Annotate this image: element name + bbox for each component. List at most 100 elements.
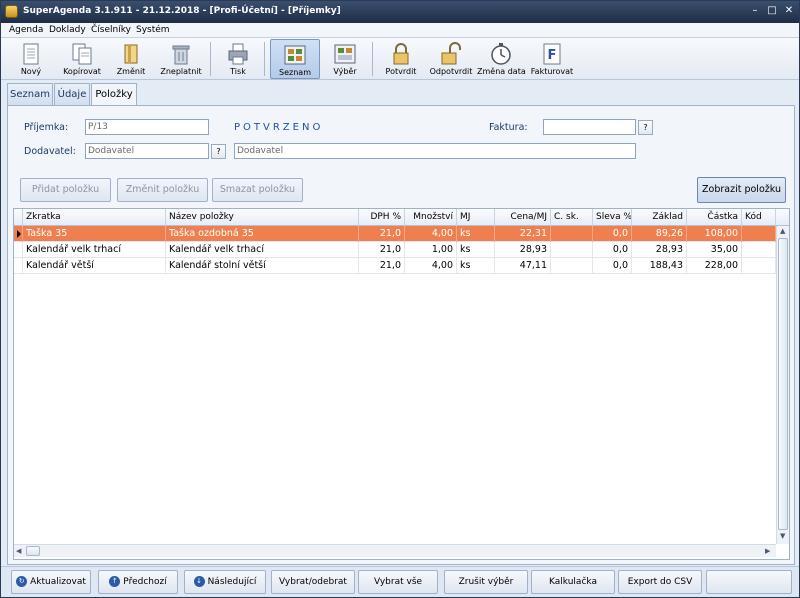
confirm-button[interactable]: Potvrdit	[379, 39, 423, 79]
toolbar-separator	[264, 42, 265, 76]
vertical-scroll-thumb[interactable]	[778, 238, 788, 530]
copy-label: Kopírovat	[63, 67, 101, 76]
scroll-right-icon[interactable]: ▶	[765, 547, 770, 555]
cell-zaklad: 188,43	[632, 258, 687, 274]
col-nazev[interactable]: Název položky	[166, 209, 359, 226]
cell-zaklad: 89,26	[632, 226, 687, 242]
list-view-button[interactable]: Seznam	[270, 39, 320, 79]
print-button[interactable]: Tisk	[217, 39, 259, 79]
col-zaklad[interactable]: Základ	[632, 209, 687, 226]
faktura-field[interactable]	[543, 119, 636, 135]
col-csk[interactable]: C. sk.	[551, 209, 593, 226]
unconfirm-label: Odpotvrdit	[429, 67, 473, 76]
calculator-button[interactable]: Kalkulačka	[531, 570, 615, 594]
dodavatel-name-field[interactable]: Dodavatel	[234, 143, 636, 159]
row-pointer-icon	[17, 230, 21, 238]
dodavatel-code-field[interactable]: Dodavatel	[85, 143, 209, 159]
header-indicator	[14, 209, 23, 226]
trash-icon	[172, 45, 190, 65]
tab-udaje[interactable]: Údaje	[54, 83, 90, 105]
svg-text:F: F	[548, 48, 557, 63]
filter-view-icon	[334, 44, 356, 64]
printer-icon	[228, 43, 248, 65]
bottom-toolbar: ↻ Aktualizovat ↑ Předchozí ↓ Následující Vy…	[1, 566, 799, 597]
faktura-lookup-button[interactable]: ?	[638, 120, 653, 135]
items-table: Zkratka Název položky DPH % Množství MJ …	[13, 208, 790, 560]
cell-kod	[742, 242, 776, 258]
col-cena[interactable]: Cena/MJ	[495, 209, 551, 226]
change-date-button[interactable]: Změna data	[477, 39, 526, 79]
minimize-button[interactable]: –	[748, 5, 762, 18]
stopwatch-icon	[491, 43, 511, 65]
col-zkratka[interactable]: Zkratka	[23, 209, 166, 226]
refresh-icon: ↻	[16, 576, 28, 587]
app-window: SuperAgenda 3.1.911 - 21.12.2018 - [Prof…	[0, 0, 800, 598]
col-dph[interactable]: DPH %	[359, 209, 405, 226]
col-castka[interactable]: Částka	[687, 209, 742, 226]
next-button[interactable]: ↓ Následující	[184, 570, 266, 594]
close-button[interactable]: ✕	[782, 5, 796, 18]
col-sleva[interactable]: Sleva %	[593, 209, 632, 226]
cancel-selection-button[interactable]: Zrušit výběr	[444, 570, 528, 594]
scroll-down-icon[interactable]: ▼	[780, 532, 785, 540]
status-badge: POTVRZENO	[234, 122, 324, 133]
tab-polozky[interactable]: Položky	[91, 83, 137, 106]
next-label: Následující	[207, 577, 257, 587]
change-date-label: Změna data	[477, 67, 526, 76]
table-row[interactable]: Kalendář větší Kalendář stolní větší 21,…	[14, 258, 776, 274]
cell-sleva: 0,0	[593, 226, 632, 242]
horizontal-scrollbar[interactable]: ◀ ▶	[14, 544, 776, 557]
delete-item-button[interactable]: Smazat položku	[212, 178, 303, 202]
cell-mnozstvi: 1,00	[405, 242, 457, 258]
table-row[interactable]: Taška 35 Taška ozdobná 35 21,0 4,00 ks 2…	[14, 226, 776, 242]
cell-dph: 21,0	[359, 258, 405, 274]
copy-button[interactable]: Kopírovat	[59, 39, 105, 79]
invoice-f-icon: F	[543, 43, 561, 65]
cell-nazev: Taška ozdobná 35	[166, 226, 359, 242]
prijemka-field[interactable]: P/13	[85, 119, 209, 135]
col-mj[interactable]: MJ	[457, 209, 495, 226]
unconfirm-button[interactable]: Odpotvrdit	[427, 39, 475, 79]
menu-ciselniky[interactable]: Číselníky	[91, 25, 131, 35]
tab-seznam[interactable]: Seznam	[7, 83, 53, 105]
edit-item-button[interactable]: Změnit položku	[117, 178, 208, 202]
col-mnozstvi[interactable]: Množství	[405, 209, 457, 226]
add-item-button[interactable]: Přidat položku	[20, 178, 111, 202]
scroll-up-icon[interactable]: ▲	[780, 227, 785, 235]
menu-system[interactable]: Systém	[136, 25, 170, 35]
cell-sleva: 0,0	[593, 242, 632, 258]
cell-mnozstvi: 4,00	[405, 226, 457, 242]
menu-bar: Agenda Doklady Číselníky Systém	[1, 23, 799, 38]
scroll-left-icon[interactable]: ◀	[16, 547, 21, 555]
dodavatel-lookup-button[interactable]: ?	[211, 144, 226, 159]
list-view-icon	[284, 45, 306, 65]
menu-doklady[interactable]: Doklady	[49, 25, 86, 35]
new-button[interactable]: Nový	[11, 39, 51, 79]
print-label: Tisk	[230, 67, 246, 76]
previous-button[interactable]: ↑ Předchozí	[98, 570, 178, 594]
lock-closed-icon	[393, 43, 409, 65]
prijemka-label: Příjemka:	[24, 122, 69, 133]
export-csv-button[interactable]: Export do CSV	[618, 570, 702, 594]
show-item-button[interactable]: Zobrazit položku	[697, 177, 786, 203]
cell-zkratka: Kalendář velk trhací	[23, 242, 166, 258]
edit-icon	[124, 44, 138, 64]
faktura-label: Faktura:	[489, 122, 528, 133]
row-indicator-cell	[14, 242, 23, 258]
col-kod[interactable]: Kód	[742, 209, 776, 226]
menu-agenda[interactable]: Agenda	[9, 25, 43, 35]
table-row[interactable]: Kalendář velk trhací Kalendář velk trhac…	[14, 242, 776, 258]
maximize-button[interactable]: □	[765, 5, 779, 18]
vertical-scrollbar[interactable]: ▲ ▼	[776, 226, 789, 544]
toolbar: Nový Kopírovat Změnit Zneplatnit Tisk Se…	[1, 38, 799, 80]
cell-castka: 108,00	[687, 226, 742, 242]
horizontal-scroll-thumb[interactable]	[26, 546, 40, 556]
edit-button[interactable]: Změnit	[111, 39, 151, 79]
select-toggle-button[interactable]: Vybrat/odebrat	[271, 570, 355, 594]
invalidate-button[interactable]: Zneplatnit	[157, 39, 205, 79]
select-view-button[interactable]: Výběr	[324, 39, 366, 79]
select-all-button[interactable]: Vybrat vše	[358, 570, 438, 594]
empty-button[interactable]	[706, 570, 792, 594]
invoice-button[interactable]: F Fakturovat	[529, 39, 575, 79]
refresh-button[interactable]: ↻ Aktualizovat	[11, 570, 91, 594]
